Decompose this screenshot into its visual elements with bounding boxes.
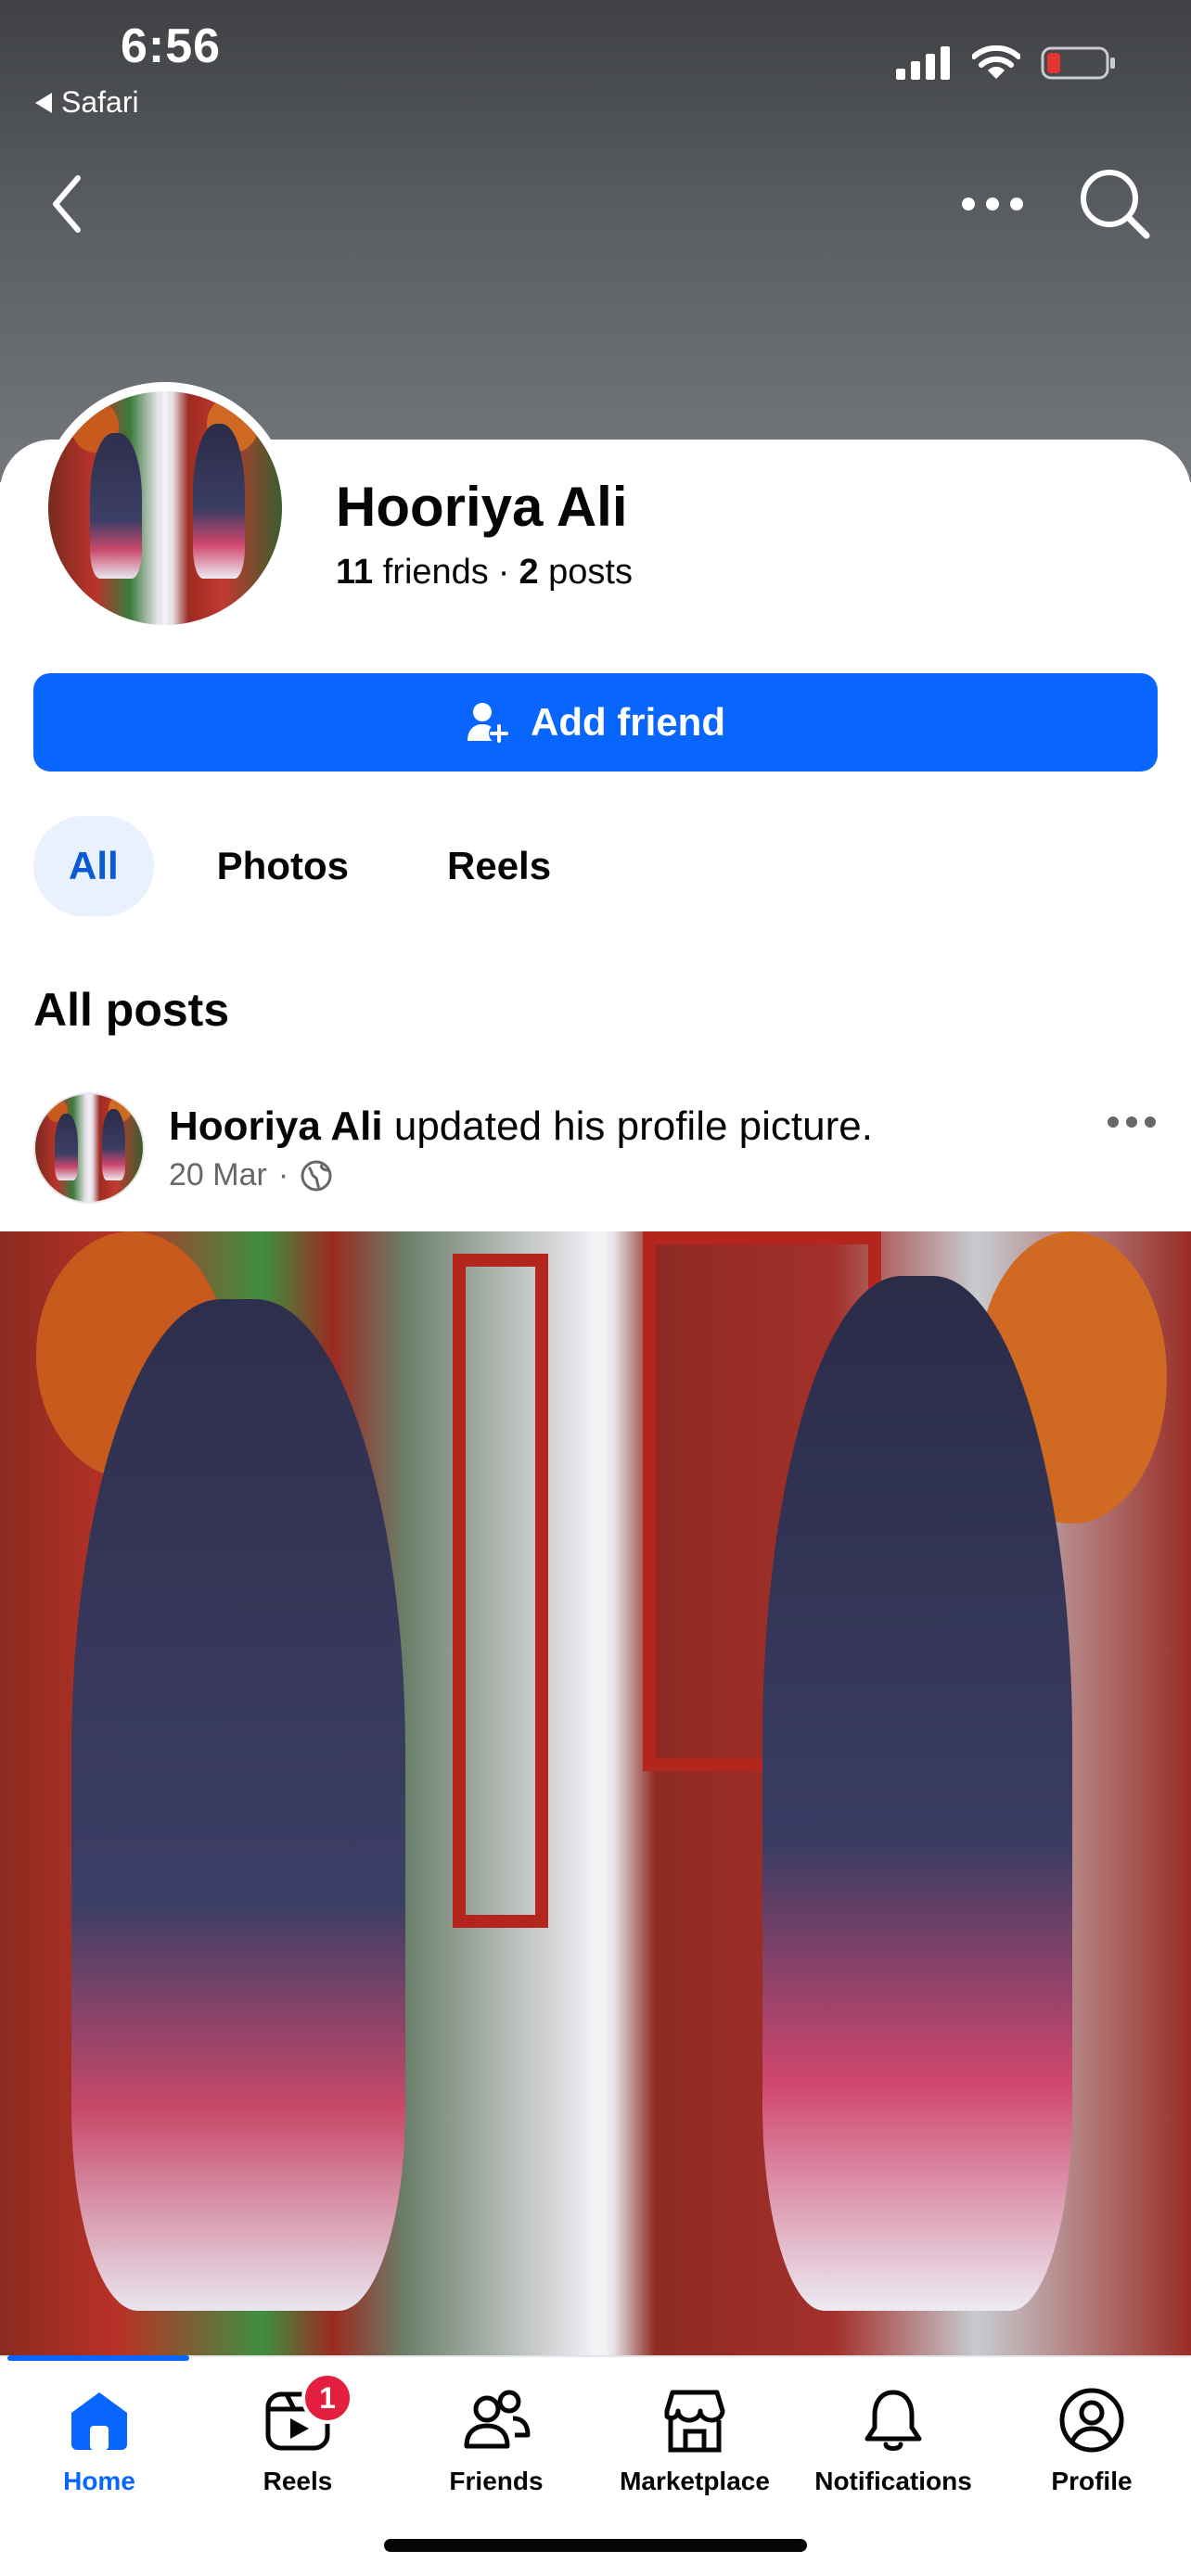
profile-picture-image	[48, 391, 282, 625]
stats-separator: ·	[497, 553, 510, 592]
tab-friends[interactable]: Friends	[397, 2385, 596, 2496]
photo-detail	[101, 1109, 126, 1180]
friends-label: friends	[382, 553, 489, 592]
photo-detail	[162, 391, 168, 625]
posts-count: 2	[519, 553, 539, 592]
globe-icon	[301, 1160, 332, 1191]
tab-profile-label: Profile	[1051, 2467, 1133, 2495]
posts-label: posts	[548, 553, 633, 592]
post-photo-image	[0, 1231, 1191, 2355]
post-meta-dot: ·	[277, 1157, 289, 1192]
tab-reels-label: Reels	[263, 2467, 333, 2495]
add-friend-label: Add friend	[531, 700, 725, 744]
marketplace-icon	[664, 2390, 725, 2453]
post-author-name[interactable]: Hooriya Ali	[169, 1103, 383, 1149]
tab-all[interactable]: All	[33, 816, 154, 916]
chevron-left-icon[interactable]	[41, 167, 93, 241]
tab-notifications[interactable]: Notifications	[794, 2385, 992, 2496]
profile-avatar[interactable]	[39, 382, 291, 634]
photo-detail	[90, 433, 142, 579]
post-header-text: Hooriya Ali updated his profile picture.	[169, 1103, 873, 1150]
tab-marketplace[interactable]: Marketplace	[596, 2385, 794, 2496]
more-horizontal-icon[interactable]	[955, 176, 1030, 232]
home-indicator[interactable]	[384, 2539, 807, 2552]
tab-notifications-label: Notifications	[814, 2467, 972, 2495]
reels-badge: 1	[301, 2372, 353, 2424]
tab-marketplace-label: Marketplace	[620, 2467, 770, 2495]
tab-home-label: Home	[63, 2467, 135, 2495]
post-avatar-image	[35, 1094, 143, 1202]
photo-detail	[589, 1231, 608, 2355]
photo-detail	[54, 1113, 79, 1180]
post-action-text: updated his profile picture.	[382, 1103, 873, 1149]
profile-name: Hooriya Ali	[336, 476, 628, 538]
tab-friends-label: Friends	[449, 2467, 544, 2495]
friends-count: 11	[336, 553, 374, 592]
add-person-icon	[467, 703, 509, 744]
home-icon	[71, 2392, 127, 2450]
back-triangle-icon	[35, 92, 52, 113]
battery-icon	[1041, 46, 1115, 80]
back-app-label: Safari	[61, 85, 139, 119]
profile-filter-tabs: All Photos Reels	[33, 816, 586, 916]
tab-reels[interactable]: Reels	[412, 816, 586, 916]
status-icons	[896, 45, 1117, 82]
friends-icon	[464, 2390, 531, 2449]
posts-stat: 2 posts	[519, 553, 633, 593]
wifi-icon	[972, 45, 1020, 79]
profile-icon	[1059, 2388, 1124, 2453]
tab-reels-nav[interactable]: 1 Reels	[198, 2372, 397, 2496]
status-time: 6:56	[121, 19, 222, 73]
signal-icon	[896, 46, 950, 80]
post-more-icon[interactable]	[1106, 1107, 1158, 1137]
post-photo[interactable]	[0, 1231, 1191, 2355]
friends-stat[interactable]: 11 friends	[336, 553, 489, 593]
bell-icon	[864, 2390, 922, 2451]
post-author-avatar[interactable]	[33, 1092, 145, 1204]
photo-detail	[87, 1094, 91, 1202]
back-to-safari-link[interactable]: Safari	[35, 85, 139, 120]
photo-detail	[71, 1298, 405, 2311]
search-icon[interactable]	[1074, 163, 1152, 241]
post-meta: 20 Mar ·	[169, 1157, 333, 1193]
add-friend-button[interactable]: Add friend	[33, 673, 1158, 772]
tab-profile[interactable]: Profile	[992, 2385, 1191, 2496]
active-tab-indicator	[7, 2355, 189, 2361]
reels-icon-wrap: 1	[263, 2372, 353, 2455]
tab-photos[interactable]: Photos	[182, 816, 384, 916]
photo-detail	[452, 1254, 548, 1929]
profile-stats: 11 friends · 2 posts	[336, 553, 633, 593]
tab-home[interactable]: Home	[0, 2385, 198, 2496]
post-date[interactable]: 20 Mar	[169, 1157, 267, 1193]
photo-detail	[193, 424, 245, 579]
photo-detail	[762, 1276, 1072, 2311]
section-title: All posts	[33, 984, 230, 1036]
